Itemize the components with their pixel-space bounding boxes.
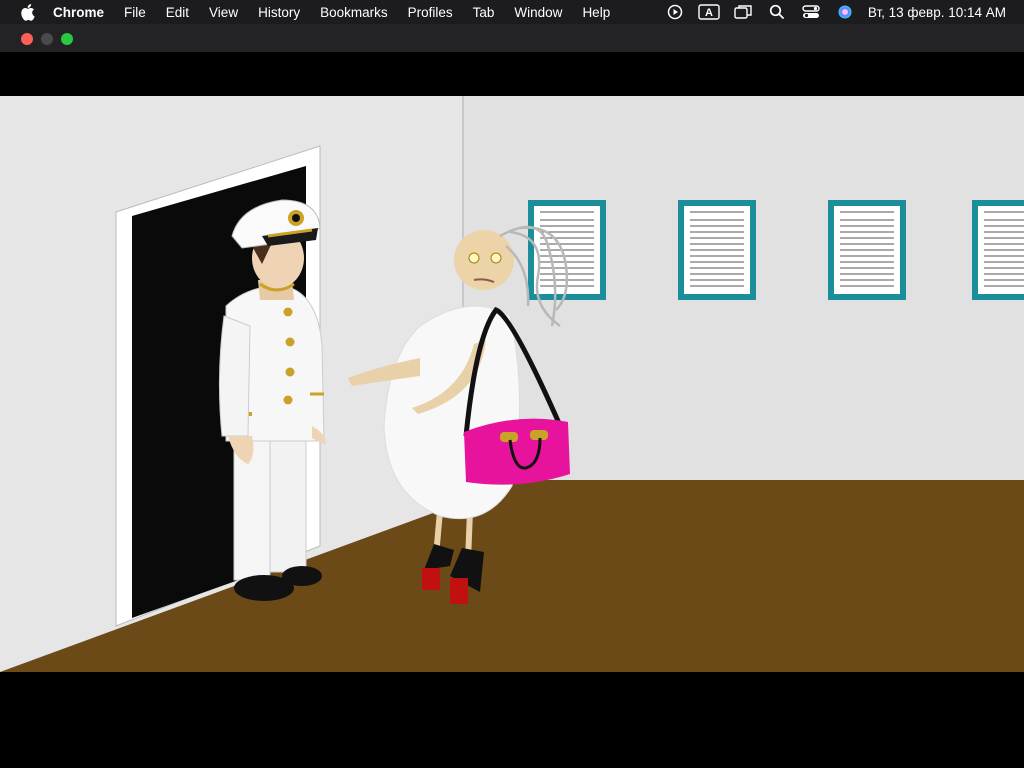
status-area: A Вт, 13 февр. 10:14 AM	[652, 0, 1024, 24]
menu-bar: Chrome File Edit View History Bookmarks …	[0, 0, 1024, 24]
menu-app-chrome[interactable]: Chrome	[53, 5, 104, 20]
zoom-button[interactable]	[61, 33, 73, 45]
menu-tab[interactable]: Tab	[473, 5, 495, 20]
menu-file[interactable]: File	[124, 5, 146, 20]
menu-profiles[interactable]: Profiles	[408, 5, 453, 20]
screen-mirroring-icon[interactable]	[732, 0, 754, 24]
menu-window[interactable]: Window	[514, 5, 562, 20]
siri-icon[interactable]	[834, 0, 856, 24]
video-player[interactable]	[0, 96, 1024, 672]
keyboard-layout-label: A	[705, 7, 713, 19]
menu-view[interactable]: View	[209, 5, 238, 20]
menu-history[interactable]: History	[258, 5, 300, 20]
menu-bookmarks[interactable]: Bookmarks	[320, 5, 388, 20]
wall-poster	[828, 200, 906, 300]
wall-poster	[678, 200, 756, 300]
minimize-button[interactable]	[41, 33, 53, 45]
close-button[interactable]	[21, 33, 33, 45]
play-icon[interactable]	[664, 0, 686, 24]
window-title-bar	[0, 24, 1024, 52]
search-icon[interactable]	[766, 0, 788, 24]
cartoon-scene	[0, 96, 1024, 672]
keyboard-layout-icon[interactable]: A	[698, 0, 720, 24]
menu-clock[interactable]: Вт, 13 февр. 10:14 AM	[868, 5, 1006, 20]
apple-icon[interactable]	[19, 3, 35, 21]
menu-help[interactable]: Help	[582, 5, 610, 20]
menu-edit[interactable]: Edit	[166, 5, 189, 20]
wall-poster	[972, 200, 1024, 300]
control-center-icon[interactable]	[800, 0, 822, 24]
menu-items: Chrome File Edit View History Bookmarks …	[53, 0, 630, 24]
